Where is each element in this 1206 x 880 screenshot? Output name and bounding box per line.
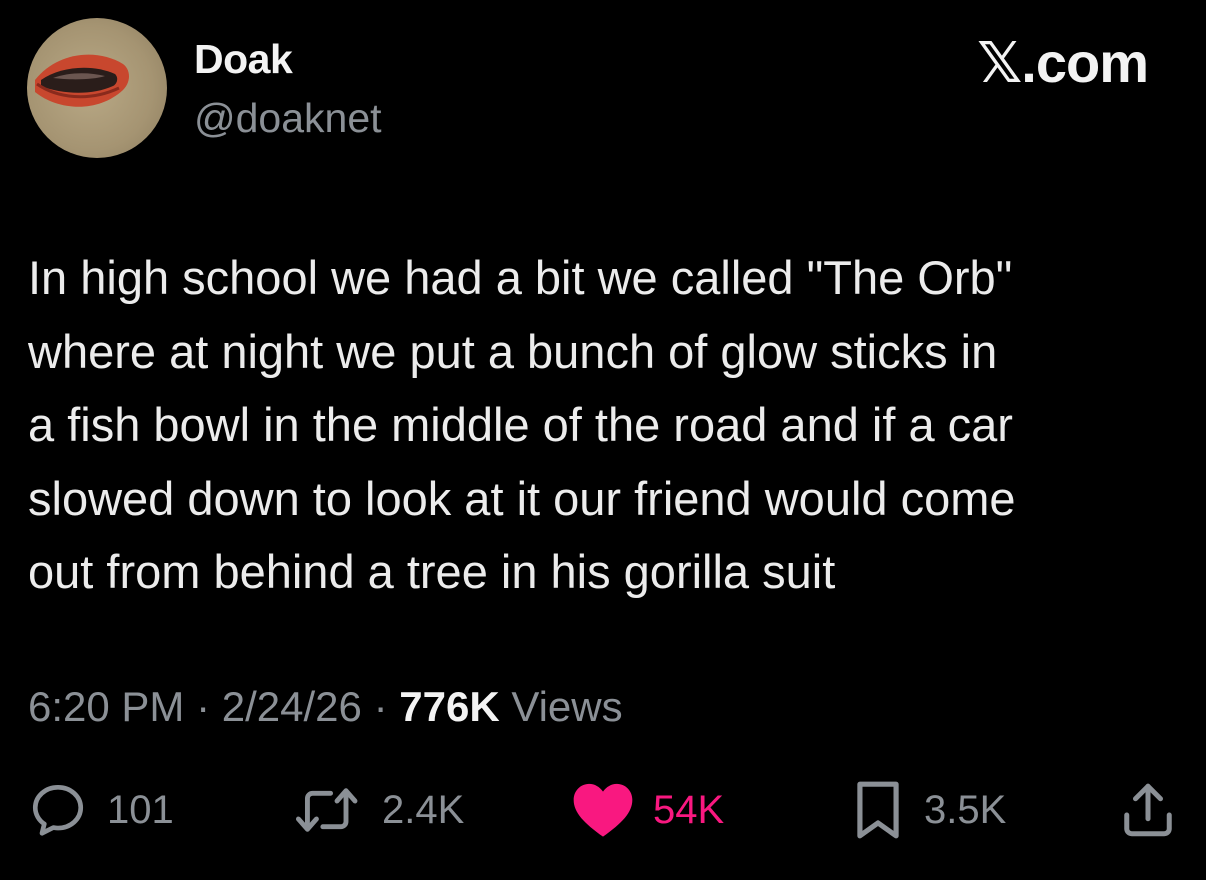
heart-icon <box>573 783 633 837</box>
repost-button[interactable]: 2.4K <box>292 775 464 845</box>
date[interactable]: 2/24/26 <box>222 683 362 730</box>
separator: · <box>373 683 388 730</box>
brand-logo: 𝕏.com <box>977 31 1149 94</box>
reply-count: 101 <box>107 787 174 832</box>
bookmark-button[interactable]: 3.5K <box>850 775 1006 845</box>
tweet-text: In high school we had a bit we called "T… <box>28 241 1188 609</box>
tweet-line: out from behind a tree in his gorilla su… <box>28 545 836 598</box>
bookmark-count: 3.5K <box>924 787 1007 832</box>
tweet-line: a fish bowl in the middle of the road an… <box>28 398 1013 451</box>
views-count[interactable]: 776K <box>399 683 499 730</box>
reply-button[interactable]: 101 <box>27 775 174 845</box>
action-bar: 101 2.4K 54K 3.5K <box>0 775 1206 845</box>
timestamp[interactable]: 6:20 PM <box>28 683 184 730</box>
share-icon <box>1124 783 1172 837</box>
like-count: 54K <box>653 787 725 832</box>
tweet-line: where at night we put a bunch of glow st… <box>28 324 998 378</box>
tweet-meta: 6:20 PM · 2/24/26 · 776K Views <box>28 683 623 731</box>
handle[interactable]: @doaknet <box>194 95 382 142</box>
repost-count: 2.4K <box>382 787 465 832</box>
display-name[interactable]: Doak <box>194 36 293 83</box>
views-label: Views <box>511 683 623 730</box>
share-button[interactable] <box>1118 775 1178 845</box>
tweet-line: In high school we had a bit we called "T… <box>28 251 1013 304</box>
bookmark-icon <box>857 781 899 839</box>
separator: · <box>196 683 211 730</box>
repost-icon <box>295 788 358 832</box>
tweet-line: slowed down to look at it our friend wou… <box>28 471 1016 525</box>
lips-avatar-icon <box>35 54 129 107</box>
like-button[interactable]: 54K <box>571 775 724 845</box>
avatar[interactable] <box>27 18 167 158</box>
reply-icon <box>32 784 84 836</box>
